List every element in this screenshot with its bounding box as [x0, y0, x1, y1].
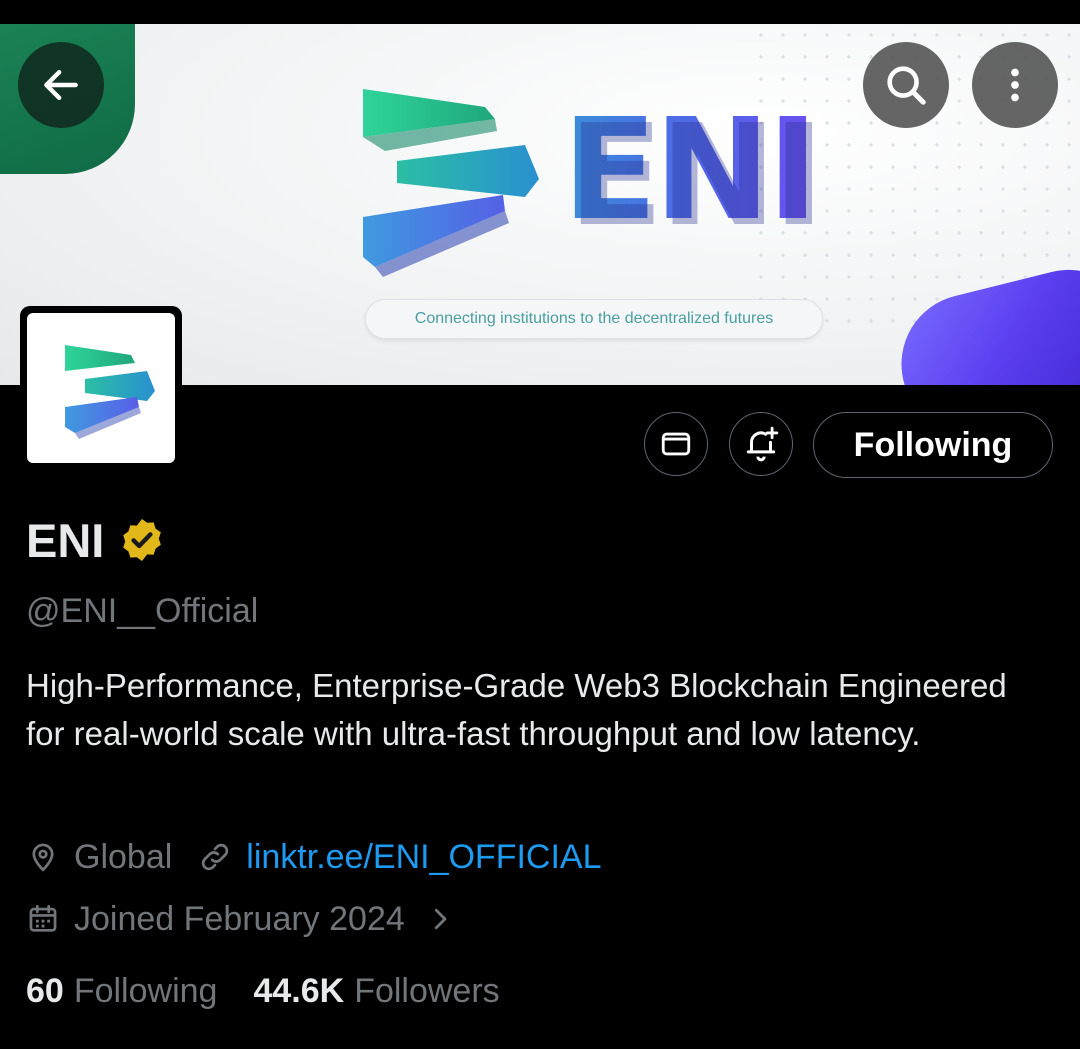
website-link[interactable]: linktr.ee/ENI_OFFICIAL: [246, 838, 601, 877]
location-pin-icon: [32, 843, 54, 872]
back-button[interactable]: [18, 42, 104, 128]
more-options-button[interactable]: [972, 42, 1058, 128]
eni-logo-icon: [65, 345, 155, 439]
chevron-right-icon: [434, 908, 447, 930]
avatar-image: [27, 313, 175, 463]
followers-label: Followers: [354, 971, 500, 1010]
search-icon: [887, 66, 926, 105]
follow-stats: 60 Following 44.6K Followers: [26, 966, 500, 1016]
followers-count: 44.6K: [253, 971, 345, 1010]
user-handle: @ENI__Official: [26, 592, 259, 630]
display-name: ENI: [26, 513, 105, 567]
notifications-button[interactable]: [729, 412, 793, 476]
verified-badge-icon[interactable]: [118, 516, 166, 564]
profile-meta-row: Global linktr.ee/ENI_OFFICIAL: [26, 832, 602, 882]
banner-brand-wordmark: ENI: [562, 89, 819, 252]
following-count: 60: [26, 971, 64, 1010]
mail-icon: [661, 432, 691, 456]
joined-row[interactable]: Joined February 2024: [26, 894, 455, 944]
location-text: Global: [74, 837, 173, 876]
banner-tagline: Connecting institutions to the decentral…: [365, 299, 823, 339]
search-button[interactable]: [863, 42, 949, 128]
status-bar: [0, 0, 1080, 24]
calendar-icon: [29, 904, 57, 932]
message-button[interactable]: [644, 412, 708, 476]
followers-stat[interactable]: 44.6K Followers: [253, 972, 499, 1011]
profile-name-row: ENI: [26, 508, 166, 572]
profile-bio: High-Performance, Enterprise-Grade Web3 …: [26, 667, 1007, 752]
following-label: Following: [73, 971, 218, 1010]
more-vertical-icon: [1011, 68, 1019, 102]
eni-logo-icon: [363, 89, 539, 277]
following-stat[interactable]: 60 Following: [26, 972, 217, 1011]
bell-plus-icon: [746, 426, 779, 462]
joined-date: Joined February 2024: [74, 899, 405, 938]
arrow-left-icon: [44, 69, 78, 101]
link-icon: [202, 843, 229, 871]
following-button[interactable]: Following: [813, 412, 1053, 478]
profile-avatar[interactable]: [20, 306, 182, 468]
